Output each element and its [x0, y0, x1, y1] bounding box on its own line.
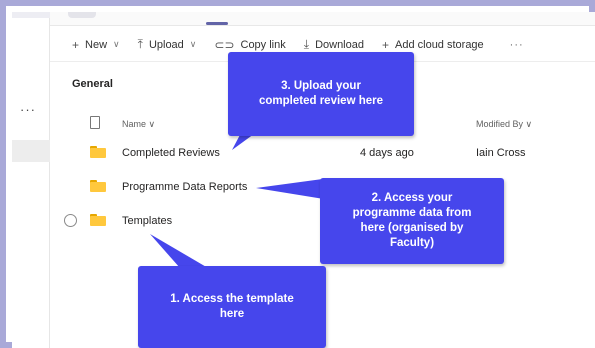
- callout-template-line1: 1. Access the template: [170, 293, 294, 305]
- item-name[interactable]: Programme Data Reports: [122, 181, 247, 193]
- upload-arrow-icon: ⤒: [137, 37, 143, 51]
- callout-upload: 3. Upload your completed review here: [228, 52, 414, 136]
- download-icon: ⤓: [303, 37, 310, 51]
- folder-icon: [90, 146, 106, 158]
- column-modified-by-label: Modified By: [476, 119, 524, 129]
- screenshot-frame: ··· + New ∨ ⤒ Upload ∨ ⊂⊃ Copy link ⤓ Do…: [0, 0, 595, 348]
- link-icon: ⊂⊃: [214, 37, 235, 52]
- callout-data-line3: here (organised by: [360, 222, 464, 234]
- rail-top-decoration: [12, 12, 50, 18]
- chevron-down-icon: ∨: [189, 39, 197, 49]
- folder-icon: [90, 180, 106, 192]
- folder-icon: [90, 214, 106, 226]
- item-name[interactable]: Completed Reviews: [122, 147, 220, 159]
- new-button[interactable]: + New ∨: [72, 38, 120, 52]
- callout-data-line1: 2. Access your: [371, 192, 453, 204]
- chevron-down-icon: ∨: [113, 39, 120, 49]
- more-options-button[interactable]: ···: [510, 39, 524, 51]
- select-radio[interactable]: [64, 214, 77, 227]
- top-tab-bar: [50, 12, 595, 26]
- copy-link-label: Copy link: [240, 38, 286, 51]
- rail-more-button[interactable]: ···: [20, 102, 36, 117]
- callout-upload-line2: completed review here: [259, 95, 383, 107]
- item-name[interactable]: Templates: [122, 215, 172, 227]
- copy-link-button[interactable]: ⊂⊃ Copy link: [214, 38, 285, 52]
- download-label: Download: [315, 38, 364, 51]
- section-title: General: [72, 78, 113, 90]
- column-name-label: Name: [122, 119, 147, 129]
- top-tab-decoration: [68, 12, 96, 18]
- column-header-modified-by[interactable]: Modified By ∨: [476, 119, 532, 130]
- list-item[interactable]: Completed Reviews 4 days ago Iain Cross: [50, 136, 595, 170]
- callout-data-line2: programme data from: [352, 207, 472, 219]
- plus-icon: +: [381, 37, 389, 52]
- item-modified-by: Iain Cross: [476, 147, 526, 159]
- callout-access-data: 2. Access your programme data from here …: [320, 178, 504, 264]
- new-label: New: [85, 38, 108, 51]
- callout-template: 1. Access the template here: [138, 266, 326, 348]
- upload-label: Upload: [148, 38, 184, 51]
- rail-selected-item[interactable]: [12, 140, 50, 162]
- callout-pointer-template: [150, 234, 208, 268]
- callout-data-line4: Faculty): [389, 237, 435, 249]
- active-tab-indicator[interactable]: [206, 22, 228, 25]
- upload-button[interactable]: ⤒ Upload ∨: [138, 37, 197, 52]
- download-button[interactable]: ⤓ Download: [304, 37, 364, 52]
- item-modified: 4 days ago: [360, 147, 414, 159]
- callout-template-line2: here: [219, 308, 245, 320]
- add-cloud-label: Add cloud storage: [395, 38, 484, 51]
- plus-icon: +: [72, 37, 80, 52]
- add-cloud-storage-button[interactable]: + Add cloud storage: [382, 38, 484, 52]
- files-app: ··· + New ∨ ⤒ Upload ∨ ⊂⊃ Copy link ⤓ Do…: [12, 12, 595, 348]
- column-header-name[interactable]: Name ∨: [122, 119, 155, 130]
- document-icon: [90, 116, 100, 129]
- callout-upload-line1: 3. Upload your: [281, 80, 361, 92]
- left-rail: ···: [12, 12, 50, 348]
